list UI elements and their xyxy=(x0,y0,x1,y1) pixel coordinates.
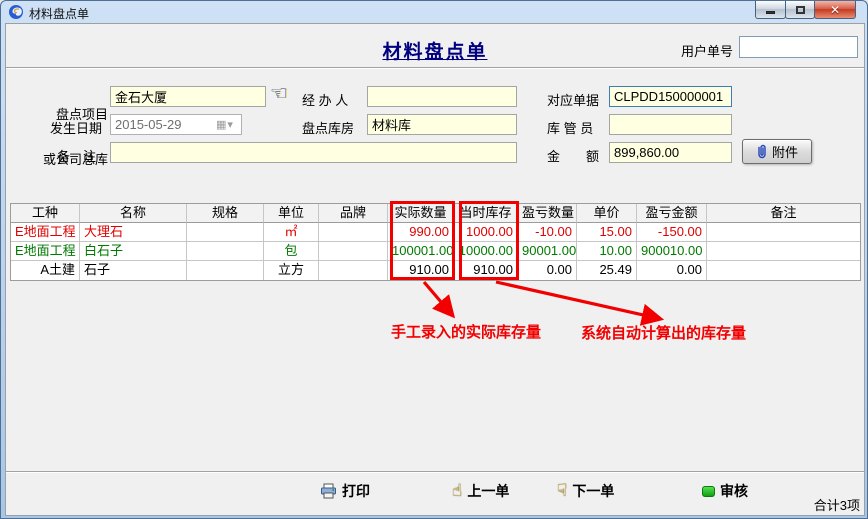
lookup-hand-icon[interactable]: ☜ xyxy=(270,84,288,104)
keeper-label: 库 管 员 xyxy=(547,118,593,137)
table-header-row: 工种 名称 规格 单位 品牌 实际数量 当时库存 盈亏数量 单价 盈亏金额 备注 xyxy=(11,204,860,223)
audit-button[interactable]: 审核 xyxy=(702,480,748,502)
next-doc-button[interactable]: ☟ 下一单 xyxy=(557,480,614,502)
document-title: 材料盘点单 xyxy=(6,37,864,64)
user-no-input[interactable] xyxy=(739,36,858,58)
header-divider xyxy=(6,67,864,69)
date-field[interactable]: ▦▾ xyxy=(110,114,242,135)
printer-icon xyxy=(320,483,337,499)
warehouse-label: 盘点库房 xyxy=(302,118,354,137)
print-label: 打印 xyxy=(342,481,370,501)
audit-label: 审核 xyxy=(720,481,748,501)
paperclip-icon xyxy=(756,144,768,159)
previous-doc-label: 上一单 xyxy=(467,481,509,501)
ref-doc-input[interactable] xyxy=(609,86,732,107)
previous-doc-button[interactable]: ☝ 上一单 xyxy=(452,480,509,502)
maximize-button[interactable] xyxy=(785,1,815,19)
keeper-input[interactable] xyxy=(609,114,732,135)
project-input[interactable] xyxy=(110,86,266,107)
attachment-button[interactable]: 附件 xyxy=(742,139,812,164)
col-header[interactable]: 盈亏数量 xyxy=(518,204,577,223)
arrow-to-system-note xyxy=(496,282,661,319)
col-header[interactable]: 规格 xyxy=(187,204,264,223)
close-button[interactable]: ✕ xyxy=(814,1,856,19)
main-panel: 材料盘点单 用户单号 盘点项目 或公司总库 ☜ 经 办 人 对应单据 发生日期 … xyxy=(5,23,865,516)
col-header[interactable]: 盈亏金额 xyxy=(637,204,707,223)
warehouse-input[interactable] xyxy=(367,114,517,135)
close-icon: ✕ xyxy=(830,3,840,17)
print-button[interactable]: 打印 xyxy=(320,480,370,502)
attachment-label: 附件 xyxy=(772,142,798,161)
inventory-table: 工种 名称 规格 单位 品牌 实际数量 当时库存 盈亏数量 单价 盈亏金额 备注… xyxy=(10,203,861,281)
bottom-divider xyxy=(6,471,864,473)
col-header[interactable]: 单价 xyxy=(577,204,637,223)
user-no-label: 用户单号 xyxy=(681,41,733,60)
annotation-manual-entry: 手工录入的实际库存量 xyxy=(391,321,541,342)
app-icon xyxy=(8,4,24,20)
col-header-actual-qty[interactable]: 实际数量 xyxy=(388,204,454,223)
arrow-to-manual-note xyxy=(424,282,453,316)
minimize-button[interactable] xyxy=(755,1,786,19)
amount-label: 金 额 xyxy=(547,146,599,165)
col-header[interactable]: 工种 xyxy=(11,204,80,223)
project-label: 盘点项目 或公司总库 xyxy=(36,77,108,197)
maximize-icon xyxy=(796,6,805,14)
hand-up-icon: ☝ xyxy=(452,483,462,499)
next-doc-label: 下一单 xyxy=(572,481,614,501)
remark-label: 备 注 xyxy=(57,146,96,165)
calendar-dropdown-icon[interactable]: ▦▾ xyxy=(210,116,240,133)
col-header[interactable]: 备注 xyxy=(707,204,860,223)
col-header[interactable]: 单位 xyxy=(264,204,319,223)
audit-status-icon xyxy=(702,486,715,497)
annotation-system-calc: 系统自动计算出的库存量 xyxy=(581,322,746,343)
window-title: 材料盘点单 xyxy=(29,5,89,22)
hand-down-icon: ☟ xyxy=(557,483,567,499)
date-label: 发生日期 xyxy=(50,118,102,137)
col-header-system-stock[interactable]: 当时库存 xyxy=(454,204,518,223)
table-row[interactable]: E地面工程 白石子 包 100001.00 10000.00 90001.00 … xyxy=(11,242,860,261)
remark-input[interactable] xyxy=(110,142,517,163)
col-header[interactable]: 名称 xyxy=(80,204,187,223)
app-window: 材料盘点单 ✕ 材料盘点单 用户单号 盘点项目 或公司总库 ☜ 经 办 人 对应… xyxy=(0,0,868,519)
amount-input[interactable] xyxy=(609,142,732,163)
table-row[interactable]: E地面工程 大理石 ㎡ 990.00 1000.00 -10.00 15.00 … xyxy=(11,223,860,242)
ref-doc-label: 对应单据 xyxy=(547,90,599,109)
title-bar[interactable]: 材料盘点单 ✕ xyxy=(1,1,867,23)
agent-input[interactable] xyxy=(367,86,517,107)
minimize-icon xyxy=(766,11,775,14)
col-header[interactable]: 品牌 xyxy=(319,204,388,223)
table-row[interactable]: A土建 石子 立方 910.00 910.00 0.00 25.49 0.00 xyxy=(11,261,860,280)
total-items-count: 合计3项 xyxy=(814,495,860,514)
agent-label: 经 办 人 xyxy=(302,90,348,109)
